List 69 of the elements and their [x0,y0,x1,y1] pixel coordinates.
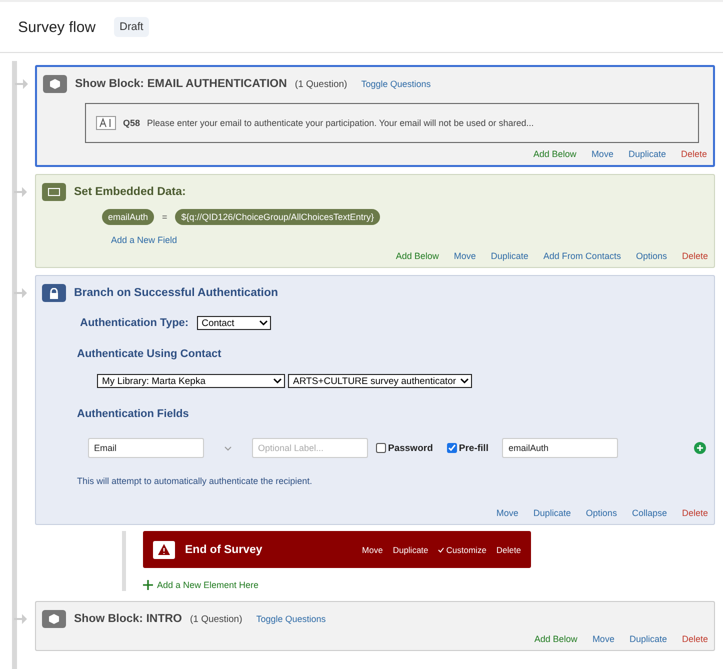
block-title: Branch on Successful Authentication [74,287,278,299]
prefill-input[interactable]: emailAuth [502,438,618,458]
chevron-icon[interactable] [273,378,282,384]
add-element-link[interactable]: Add a New Element Here [143,580,715,590]
action-link[interactable]: Move [591,149,614,159]
type-select[interactable]: Contact [196,316,271,330]
field-input[interactable]: Email [88,438,204,458]
check-icon [438,546,444,552]
action-link[interactable]: Options [586,508,617,518]
plus-icon [143,580,153,590]
action-link[interactable]: Options [636,251,667,261]
embedded-data-icon [42,183,66,201]
action-link[interactable]: Delete [682,634,708,644]
action-link[interactable]: Move [592,634,614,644]
action-link[interactable]: Customize [438,544,486,554]
action-link[interactable]: Collapse [632,508,667,518]
action-link[interactable]: Delete [682,251,708,261]
add-field-link[interactable]: Add a New Field [111,235,178,245]
end-of-survey-bar[interactable]: End of Survey Move Duplicate Customize Delete [143,531,531,568]
action-link[interactable]: Duplicate [629,634,667,644]
section-label: Authentication Fields [77,408,189,420]
block-title: Show Block: EMAIL AUTHENTICATION [75,78,287,90]
action-link[interactable]: Add Below [396,251,439,261]
action-link[interactable]: Add Below [533,149,576,159]
action-link[interactable]: Duplicate [392,544,428,554]
action-link[interactable]: Duplicate [628,149,666,159]
question-row[interactable]: Q58 Please enter your email to authenticate your participation. Your email will not be used or shared... [85,103,699,143]
action-link[interactable]: Move [362,544,383,554]
text-entry-icon [96,116,116,130]
cube-icon [43,75,67,93]
question-text: Please enter your email to authenticate your participation. Your email will not be used or shared... [147,118,534,128]
add-icon[interactable] [694,442,706,454]
question-id: Q58 [123,118,140,128]
section-label: Authenticate Using Contact [77,348,222,360]
equals-sign: = [162,212,168,222]
prefill-checkbox[interactable] [446,443,457,453]
lock-icon [42,284,66,302]
block-title: Show Block: INTRO [74,613,182,625]
checkbox-label: Pre-fill [458,442,488,454]
page-title: Survey flow [18,18,96,36]
question-count: (1 Question) [294,78,348,90]
action-link[interactable]: Add From Contacts [543,251,621,261]
password-checkbox[interactable] [376,443,386,453]
label-input[interactable]: Optional Label... [252,438,368,458]
field-value-tag[interactable]: ${q://QID126/ChoiceGroup/AllChoicesTextEntry} [175,209,380,225]
toggle-link[interactable]: Toggle Questions [361,79,431,89]
status-badge: Draft [114,17,150,37]
warning-icon [153,540,175,558]
end-title: End of Survey [185,544,264,556]
action-link[interactable]: Move [454,251,476,261]
action-link[interactable]: Add Below [534,634,578,644]
field-name-tag[interactable]: emailAuth [102,209,154,225]
chevron-icon[interactable] [460,378,469,384]
action-link[interactable]: Move [496,508,518,518]
chevron-icon[interactable] [258,320,268,326]
question-count: (1 Question) [190,614,242,624]
action-link[interactable]: Duplicate [490,251,528,261]
info-text: This will attempt to automatically authenticate the recipient. [77,476,312,486]
type-label: Authentication Type: [80,317,189,329]
action-link[interactable]: Delete [682,508,708,518]
action-link[interactable]: Duplicate [533,508,571,518]
cube-icon [42,610,66,628]
block-title: Set Embedded Data: [74,186,186,198]
toggle-link[interactable]: Toggle Questions [256,614,326,624]
action-link[interactable]: Delete [496,544,521,554]
library-select[interactable]: My Library: Marta Kepka [97,374,285,388]
list-select[interactable]: ARTS+CULTURE survey authenticator [288,374,472,388]
action-link[interactable]: Delete [680,149,707,159]
checkbox-label: Password [388,442,433,454]
